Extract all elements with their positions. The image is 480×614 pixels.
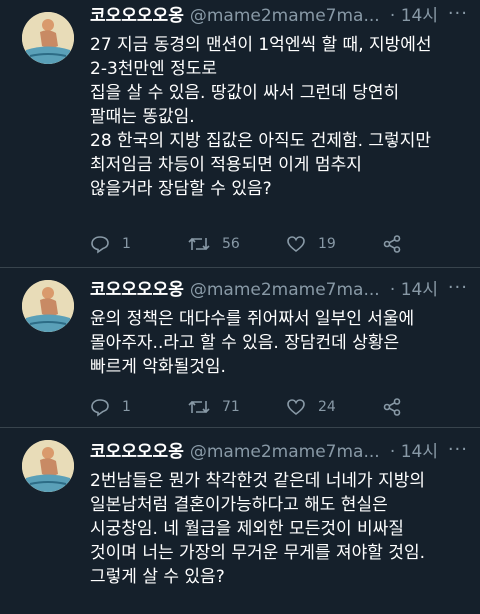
user-handle[interactable]: @mame2mame7ma... bbox=[190, 6, 380, 26]
timestamp[interactable]: · 14시 bbox=[385, 4, 438, 28]
reply-icon bbox=[91, 399, 109, 417]
retweet-icon bbox=[188, 237, 210, 251]
retweet-count: 71 bbox=[222, 399, 240, 415]
tweet-line: 그렇게 살 수 있음? bbox=[90, 567, 225, 587]
user-handle[interactable]: @mame2mame7ma... bbox=[190, 442, 380, 462]
tweet-line: 최저임금 차등이 적용되면 이게 멈추지 bbox=[90, 155, 362, 175]
reply-button[interactable]: 1 bbox=[90, 232, 131, 256]
tweet-line: 일본남처럼 결혼이가능하다고 해도 현실은 bbox=[90, 495, 388, 515]
display-name[interactable]: 코오오오오옹 bbox=[90, 6, 184, 26]
tweet-line: 몰아주자..라고 할 수 있음. 장담컨데 상황은 bbox=[90, 333, 400, 353]
heart-icon bbox=[287, 236, 305, 253]
tweet[interactable]: 코오오오오옹 @mame2mame7ma... · 14시 ··· 윤의 정책은 … bbox=[0, 268, 480, 428]
retweet-count: 56 bbox=[222, 236, 240, 252]
timestamp[interactable]: · 14시 bbox=[385, 278, 438, 302]
tweet-text: 2번남들은 뭔가 착각한것 같은데 너네가 지방의 일본남처럼 결혼이가능하다고… bbox=[90, 469, 468, 589]
tweet-line: 2-3천만엔 정도로 bbox=[90, 59, 218, 79]
tweet-line: 것이며 너는 가장의 무거운 무게를 져야할 것임. bbox=[90, 543, 425, 563]
more-icon[interactable]: ··· bbox=[448, 278, 468, 300]
share-button[interactable] bbox=[382, 395, 414, 419]
reply-count: 1 bbox=[122, 399, 131, 415]
tweet-line: 팔때는 똥값임. bbox=[90, 107, 195, 127]
tweet-line: 윤의 정책은 대다수를 쥐어짜서 일부인 서울에 bbox=[90, 309, 415, 329]
reply-button[interactable]: 1 bbox=[90, 395, 131, 419]
heart-icon bbox=[287, 399, 305, 416]
reply-icon bbox=[91, 236, 109, 254]
tweet[interactable]: 코오오오오옹 @mame2mame7ma... · 14시 ··· 2번남들은 뭔… bbox=[0, 428, 480, 614]
more-icon[interactable]: ··· bbox=[448, 440, 468, 462]
tweet-line: 2번남들은 뭔가 착각한것 같은데 너네가 지방의 bbox=[90, 471, 425, 491]
avatar[interactable] bbox=[22, 440, 74, 492]
retweet-button[interactable]: 71 bbox=[188, 395, 240, 419]
tweet-line: 27 지금 동경의 맨션이 1억엔씩 할 때, 지방에선 bbox=[90, 35, 432, 55]
reply-count: 1 bbox=[122, 236, 131, 252]
timestamp[interactable]: · 14시 bbox=[385, 440, 438, 464]
like-count: 24 bbox=[318, 399, 336, 415]
tweet-text: 윤의 정책은 대다수를 쥐어짜서 일부인 서울에 몰아주자..라고 할 수 있음… bbox=[90, 307, 468, 379]
tweet-line: 집을 살 수 있음. 땅값이 싸서 그런데 당연히 bbox=[90, 83, 400, 103]
tweet-line: 빠르게 악화될것임. bbox=[90, 357, 226, 377]
avatar[interactable] bbox=[22, 280, 74, 332]
share-icon bbox=[383, 398, 401, 416]
user-handle[interactable]: @mame2mame7ma... bbox=[190, 280, 380, 300]
tweet-line: 시궁창임. 네 월급을 제외한 모든것이 비싸질 bbox=[90, 519, 404, 539]
tweet-header: 코오오오오옹 @mame2mame7ma... · 14시 ··· bbox=[90, 278, 468, 302]
display-name[interactable]: 코오오오오옹 bbox=[90, 280, 184, 300]
tweet-line: 28 한국의 지방 집값은 아직도 건제함. 그렇지만 bbox=[90, 131, 431, 151]
tweet-header: 코오오오오옹 @mame2mame7ma... · 14시 ··· bbox=[90, 4, 468, 28]
tweet-actions: 1 71 24 bbox=[90, 395, 420, 419]
share-icon bbox=[383, 235, 401, 253]
like-button[interactable]: 24 bbox=[286, 395, 336, 419]
avatar[interactable] bbox=[22, 12, 74, 64]
tweet-header: 코오오오오옹 @mame2mame7ma... · 14시 ··· bbox=[90, 440, 468, 464]
like-button[interactable]: 19 bbox=[286, 232, 336, 256]
like-count: 19 bbox=[318, 236, 336, 252]
tweet-actions: 1 56 19 bbox=[90, 232, 420, 256]
display-name[interactable]: 코오오오오옹 bbox=[90, 442, 184, 462]
tweet-line: 않을거라 장담할 수 있음? bbox=[90, 179, 272, 199]
more-icon[interactable]: ··· bbox=[448, 4, 468, 26]
tweet-text: 27 지금 동경의 맨션이 1억엔씩 할 때, 지방에선 2-3천만엔 정도로 … bbox=[90, 33, 468, 201]
timeline: 코오오오오옹 @mame2mame7ma... · 14시 ··· 27 지금 동… bbox=[0, 0, 480, 614]
retweet-icon bbox=[188, 400, 210, 414]
tweet[interactable]: 코오오오오옹 @mame2mame7ma... · 14시 ··· 27 지금 동… bbox=[0, 0, 480, 268]
share-button[interactable] bbox=[382, 232, 414, 256]
retweet-button[interactable]: 56 bbox=[188, 232, 240, 256]
